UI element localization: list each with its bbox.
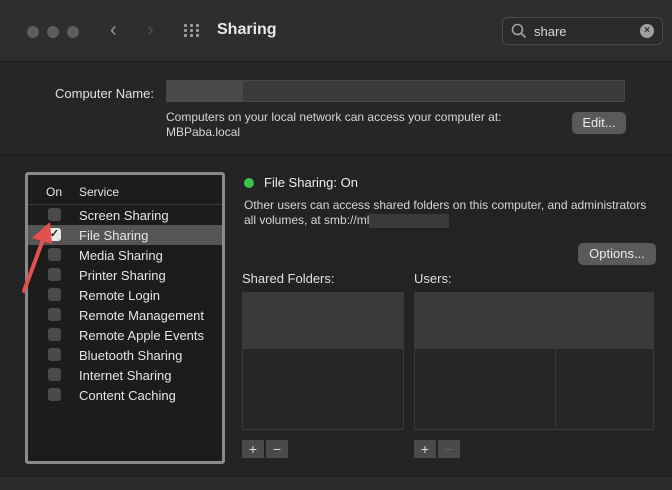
service-row[interactable]: Internet Sharing: [28, 365, 222, 385]
computer-address-info: Computers on your local network can acce…: [166, 110, 501, 140]
service-label: Remote Apple Events: [79, 328, 205, 343]
service-checkbox[interactable]: [48, 308, 61, 321]
service-column-header[interactable]: Service: [79, 185, 119, 199]
service-row[interactable]: ✓ File Sharing: [28, 225, 222, 245]
service-label: Remote Management: [79, 308, 205, 323]
column-divider: [555, 349, 556, 429]
sharing-window: ‹ › Sharing share × Computer Name: Compu…: [0, 0, 672, 490]
services-header: On Service: [28, 175, 222, 205]
clear-search-icon[interactable]: ×: [640, 24, 654, 38]
redacted-address: [369, 213, 450, 228]
on-column-header[interactable]: On: [46, 185, 62, 199]
add-folder-button[interactable]: +: [242, 440, 264, 458]
service-checkbox[interactable]: [48, 368, 61, 381]
search-field[interactable]: share ×: [502, 17, 663, 45]
description-line: all volumes, at smb://ml: [244, 213, 664, 228]
options-button[interactable]: Options...: [578, 243, 656, 265]
service-row[interactable]: Bluetooth Sharing: [28, 345, 222, 365]
service-label: File Sharing: [79, 228, 149, 243]
services-list: On Service Screen Sharing ✓ File Sharing Me…: [25, 172, 225, 464]
window-bottom-bar: [0, 476, 672, 490]
show-all-grid-icon[interactable]: [184, 24, 202, 38]
smb-address: all volumes, at smb://ml: [244, 213, 370, 227]
service-checkbox[interactable]: [48, 388, 61, 401]
shared-folders-list[interactable]: [242, 292, 404, 430]
edit-button[interactable]: Edit...: [572, 112, 626, 134]
minimize-window-button[interactable]: [47, 26, 59, 38]
description-line: Other users can access shared folders on…: [244, 198, 647, 212]
service-label: Internet Sharing: [79, 368, 172, 383]
close-window-button[interactable]: [27, 26, 39, 38]
service-label: Screen Sharing: [79, 208, 169, 223]
service-row[interactable]: Remote Management: [28, 305, 222, 325]
forward-icon[interactable]: ›: [147, 18, 154, 42]
shared-folder-row[interactable]: [243, 293, 403, 349]
users-label: Users:: [414, 271, 452, 286]
service-label: Bluetooth Sharing: [79, 348, 183, 363]
service-checkbox[interactable]: [48, 328, 61, 341]
service-row[interactable]: Content Caching: [28, 385, 222, 405]
status-indicator-icon: [244, 178, 254, 188]
service-label: Content Caching: [79, 388, 176, 403]
service-row[interactable]: Media Sharing: [28, 245, 222, 265]
search-input[interactable]: share: [534, 24, 567, 39]
service-checkbox[interactable]: [48, 288, 61, 301]
user-row[interactable]: [415, 293, 653, 349]
zoom-window-button[interactable]: [67, 26, 79, 38]
search-icon: [511, 23, 527, 39]
service-label: Media Sharing: [79, 248, 163, 263]
service-description: Other users can access shared folders on…: [244, 198, 664, 228]
service-checkbox[interactable]: [48, 248, 61, 261]
service-row[interactable]: Screen Sharing: [28, 205, 222, 225]
service-row[interactable]: Remote Login: [28, 285, 222, 305]
shared-folders-label: Shared Folders:: [242, 271, 335, 286]
computer-name-label: Computer Name:: [55, 86, 154, 101]
users-list[interactable]: [414, 292, 654, 430]
service-checkbox[interactable]: ✓: [48, 228, 61, 241]
service-status: File Sharing: On: [264, 175, 358, 190]
window-title: Sharing: [217, 21, 277, 38]
computer-name-field[interactable]: [166, 80, 625, 102]
remove-folder-button[interactable]: −: [266, 440, 288, 458]
service-label: Printer Sharing: [79, 268, 166, 283]
back-icon[interactable]: ‹: [110, 18, 117, 42]
service-checkbox[interactable]: [48, 208, 61, 221]
service-row[interactable]: Remote Apple Events: [28, 325, 222, 345]
toolbar: ‹ › Sharing share ×: [0, 0, 672, 62]
add-user-button[interactable]: +: [414, 440, 436, 458]
service-label: Remote Login: [79, 288, 160, 303]
service-checkbox[interactable]: [48, 348, 61, 361]
address-info-line: Computers on your local network can acce…: [166, 110, 502, 124]
remove-user-button[interactable]: −: [438, 440, 460, 458]
service-row[interactable]: Printer Sharing: [28, 265, 222, 285]
local-hostname: MBPaba.local: [166, 125, 241, 139]
redacted-name: [167, 81, 243, 101]
service-checkbox[interactable]: [48, 268, 61, 281]
